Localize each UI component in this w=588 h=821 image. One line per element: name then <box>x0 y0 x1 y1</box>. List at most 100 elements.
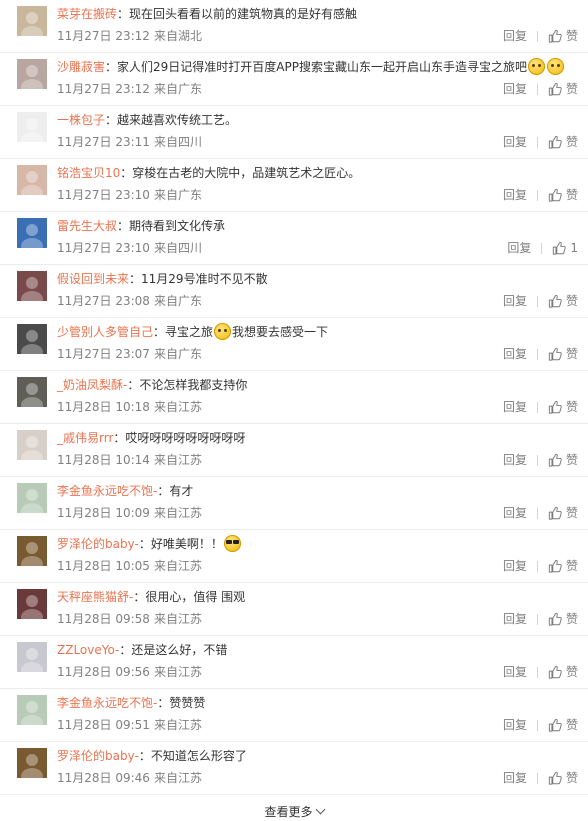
avatar[interactable] <box>17 6 47 36</box>
reply-button[interactable]: 回复 <box>503 664 527 680</box>
thumbs-up-icon <box>548 506 566 520</box>
comment-body: 天秤座熊猫舒-：很用心，值得 围观 <box>57 588 582 606</box>
comment-location: 来自江苏 <box>153 400 202 414</box>
username-link[interactable]: 罗泽伦的baby- <box>57 749 139 763</box>
avatar[interactable] <box>17 324 47 354</box>
avatar[interactable] <box>17 165 47 195</box>
avatar[interactable] <box>17 59 47 89</box>
like-button[interactable]: 1 <box>552 240 578 256</box>
comment-time: 11月28日 09:46 <box>57 771 150 785</box>
thumbs-up-icon <box>552 241 570 255</box>
like-button[interactable]: 赞 <box>548 611 578 627</box>
avatar[interactable] <box>17 377 47 407</box>
reply-button[interactable]: 回复 <box>503 452 527 468</box>
like-count: 赞 <box>565 718 578 732</box>
like-button[interactable]: 赞 <box>548 505 578 521</box>
reply-button[interactable]: 回复 <box>503 717 527 733</box>
comment-location: 来自广东 <box>153 82 202 96</box>
username-link[interactable]: 少管别人多管自己 <box>57 325 153 339</box>
like-button[interactable]: 赞 <box>548 558 578 574</box>
avatar[interactable] <box>17 430 47 460</box>
comment-time: 11月28日 09:58 <box>57 612 150 626</box>
like-button[interactable]: 赞 <box>548 664 578 680</box>
comment-text: 越来越喜欢传统工艺。 <box>117 113 238 127</box>
username-link[interactable]: 雷先生大叔 <box>57 219 117 233</box>
avatar[interactable] <box>17 271 47 301</box>
comment-item: 少管别人多管自己：寻宝之旅 我想要去感受一下 11月27日 23:07 来自广东 回复 赞 <box>0 318 588 371</box>
comment-meta: 11月28日 10:05 来自江苏 <box>57 558 202 574</box>
avatar[interactable] <box>17 748 47 778</box>
thumbs-up-icon <box>548 400 566 414</box>
like-button[interactable]: 赞 <box>548 187 578 203</box>
like-button[interactable]: 赞 <box>548 399 578 415</box>
comment-body: 雷先生大叔：期待看到文化传承 <box>57 217 582 235</box>
comment-meta: 11月27日 23:12 来自广东 <box>57 81 202 97</box>
username-link[interactable]: 沙雕菽害 <box>57 60 105 74</box>
comment-text: 11月29号准时不见不散 <box>141 272 268 286</box>
avatar[interactable] <box>17 589 47 619</box>
comment-location: 来自四川 <box>153 241 202 255</box>
reply-button[interactable]: 回复 <box>503 611 527 627</box>
like-button[interactable]: 赞 <box>548 28 578 44</box>
avatar[interactable] <box>17 483 47 513</box>
username-link[interactable]: 罗泽伦的baby- <box>57 537 139 551</box>
like-button[interactable]: 赞 <box>548 770 578 786</box>
comment-body: 罗泽伦的baby-：好唯美啊！！ <box>57 535 582 553</box>
comment-location: 来自江苏 <box>153 506 202 520</box>
username-link[interactable]: _戚伟易rrr <box>57 431 113 445</box>
avatar[interactable] <box>17 112 47 142</box>
avatar[interactable] <box>17 218 47 248</box>
like-count: 赞 <box>565 453 578 467</box>
username-link[interactable]: 假设回到未来 <box>57 272 129 286</box>
colon-separator: ： <box>138 537 151 551</box>
reply-button[interactable]: 回复 <box>503 28 527 44</box>
like-button[interactable]: 赞 <box>548 134 578 150</box>
like-button[interactable]: 赞 <box>548 81 578 97</box>
comment-location: 来自江苏 <box>153 453 202 467</box>
comment-time: 11月28日 09:51 <box>57 718 150 732</box>
reply-button[interactable]: 回复 <box>503 187 527 203</box>
comment-meta: 11月27日 23:07 来自广东 <box>57 346 202 362</box>
avatar[interactable] <box>17 695 47 725</box>
thumbs-up-icon <box>548 771 566 785</box>
like-button[interactable]: 赞 <box>548 717 578 733</box>
colon-separator: ： <box>113 431 126 445</box>
comment-location: 来自江苏 <box>153 718 202 732</box>
reply-button[interactable]: 回复 <box>503 346 527 362</box>
reply-button[interactable]: 回复 <box>503 293 527 309</box>
like-button[interactable]: 赞 <box>548 293 578 309</box>
avatar[interactable] <box>17 642 47 672</box>
reply-button[interactable]: 回复 <box>503 134 527 150</box>
username-link[interactable]: 李金鱼永远吃不饱- <box>57 696 157 710</box>
username-link[interactable]: 菜芽在搬砖 <box>57 7 117 21</box>
username-link[interactable]: _奶油凤梨酥- <box>57 378 127 392</box>
reply-button[interactable]: 回复 <box>503 505 527 521</box>
comment-item: 罗泽伦的baby-：不知道怎么形容了 11月28日 09:46 来自江苏 回复赞 <box>0 742 588 795</box>
comment-actions: 回复 赞 <box>503 770 578 786</box>
username-link[interactable]: 天秤座熊猫舒- <box>57 590 133 604</box>
comment-actions: 回复 赞 <box>503 664 578 680</box>
username-link[interactable]: 李金鱼永远吃不饱- <box>57 484 157 498</box>
comment-time: 11月27日 23:10 <box>57 188 150 202</box>
comment-text: 现在回头看看以前的建筑物真的是好有感触 <box>129 7 358 21</box>
reply-button[interactable]: 回复 <box>507 240 531 256</box>
thumbs-up-icon <box>548 29 566 43</box>
comment-body: 铭浩宝贝10：穿梭在古老的大院中，品建筑艺术之匠心。 <box>57 164 582 182</box>
reply-button[interactable]: 回复 <box>503 558 527 574</box>
comment-list: 菜芽在搬砖：现在回头看看以前的建筑物真的是好有感触 11月27日 23:12 来自湖… <box>0 0 588 795</box>
like-button[interactable]: 赞 <box>548 346 578 362</box>
username-link[interactable]: ZZLoveYo- <box>57 643 119 657</box>
reply-button[interactable]: 回复 <box>503 81 527 97</box>
load-more-button[interactable]: 查看更多 <box>264 804 325 819</box>
divider <box>536 136 538 148</box>
username-link[interactable]: 铭浩宝贝10 <box>57 166 120 180</box>
comment-actions: 回复 1 <box>507 240 578 256</box>
thumbs-up-icon <box>548 347 566 361</box>
username-link[interactable]: 一株包子 <box>57 113 105 127</box>
like-count: 赞 <box>565 665 578 679</box>
reply-button[interactable]: 回复 <box>503 399 527 415</box>
like-count: 1 <box>570 241 578 255</box>
avatar[interactable] <box>17 536 47 566</box>
reply-button[interactable]: 回复 <box>503 770 527 786</box>
like-button[interactable]: 赞 <box>548 452 578 468</box>
